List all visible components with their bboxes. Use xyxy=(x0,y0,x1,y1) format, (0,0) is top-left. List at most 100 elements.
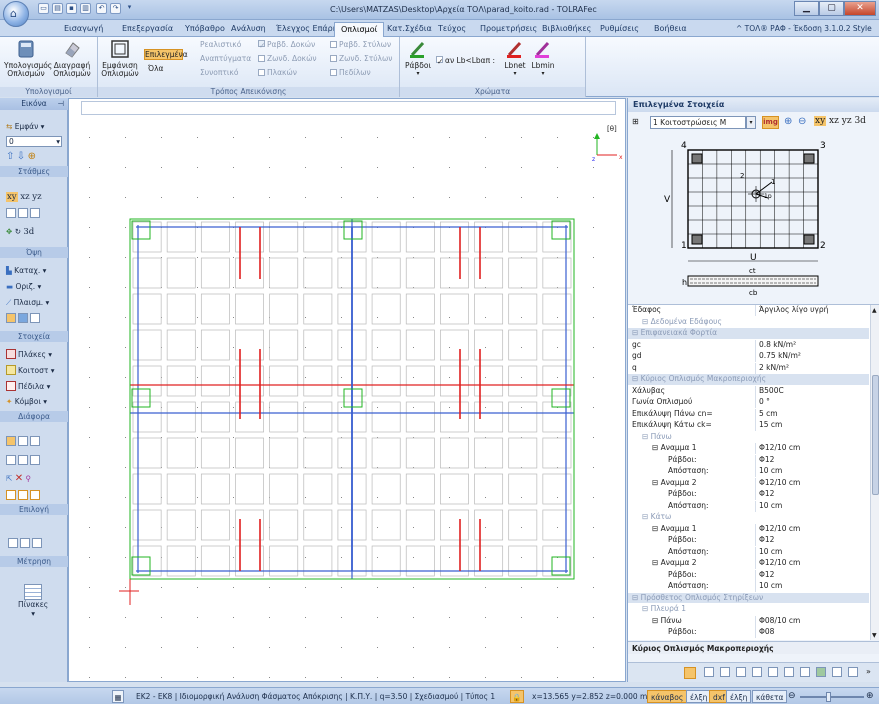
scroll-up-icon[interactable]: ▲ xyxy=(872,307,877,314)
property-value[interactable]: Φ12 xyxy=(759,570,774,581)
lock-icon[interactable]: 🔒 xyxy=(510,690,524,703)
layers-icon[interactable] xyxy=(704,667,714,677)
zoom-slider-thumb[interactable] xyxy=(826,692,831,702)
property-row[interactable]: Ράβδοι: Φ12 xyxy=(628,489,869,500)
property-value[interactable]: Φ08 xyxy=(759,627,774,638)
check-icon[interactable] xyxy=(752,667,762,677)
property-row[interactable]: ⊟ Κάτω xyxy=(628,512,869,523)
developed-option[interactable]: Αναπτύγματα xyxy=(198,54,251,63)
more-icon[interactable]: » xyxy=(866,667,871,676)
property-value[interactable]: 10 cm xyxy=(759,466,782,477)
calc-reinforcement-button[interactable]: Υπολογισμός Οπλισμών xyxy=(4,39,52,78)
level-select[interactable]: 0 ▾ xyxy=(6,136,62,147)
img-toggle[interactable]: img xyxy=(762,116,779,129)
zoom-window-icon[interactable] xyxy=(6,208,16,218)
app-menu-button[interactable]: ⌂ xyxy=(3,1,29,27)
dropdown-arrow-icon[interactable]: ▾ xyxy=(746,116,756,129)
command-line-input[interactable] xyxy=(81,101,616,115)
rods-beams-checkbox[interactable]: ✓ Ραβδ. Δοκών xyxy=(258,40,315,50)
group-select-icon[interactable] xyxy=(6,490,16,500)
level-down-icon[interactable]: ⇩ xyxy=(17,151,25,162)
tab-libraries[interactable]: Βιβλιοθήκες xyxy=(536,22,597,37)
status-grid-icon[interactable]: ▦ xyxy=(112,690,124,703)
table2-icon[interactable] xyxy=(848,667,858,677)
property-row[interactable]: Απόσταση: 10 cm xyxy=(628,581,869,592)
property-row[interactable]: gc 0.8 kN/m² xyxy=(628,339,869,351)
property-row[interactable]: ⊟ Αναμμα 2 Φ12/10 cm xyxy=(628,477,869,489)
tab-analysis[interactable]: Ανάλυση xyxy=(225,22,272,37)
property-value[interactable]: 10 cm xyxy=(759,581,782,592)
zoom-in-status-icon[interactable]: ⊕ xyxy=(866,690,874,703)
pin-icon[interactable]: ⊣ xyxy=(57,98,64,110)
property-value[interactable]: 5 cm xyxy=(759,409,778,420)
view-xz-button[interactable]: xz xyxy=(20,192,29,202)
property-row[interactable]: Ράβδοι: Φ12 xyxy=(628,569,869,581)
schematic-option[interactable]: Συνοπτικό xyxy=(198,68,238,77)
property-row[interactable]: ⊟ Πάνω Φ08/10 cm xyxy=(628,615,869,627)
plan-svg[interactable]: z x [θ] xyxy=(69,117,625,681)
report-icon[interactable] xyxy=(736,667,746,677)
select-dropdown-icon[interactable] xyxy=(30,436,40,446)
oriz-button[interactable]: ▬ Οριζ. ▾ xyxy=(6,282,41,291)
show-reinforcement-button[interactable]: Εμφάνιση Οπλισμών xyxy=(100,39,140,78)
property-value[interactable]: Φ12 xyxy=(759,535,774,546)
property-value[interactable]: 15 cm xyxy=(759,420,782,431)
property-value[interactable]: Φ08/10 cm xyxy=(759,616,800,627)
property-value[interactable]: Φ12 xyxy=(759,489,774,500)
property-value[interactable]: Φ12/10 cm xyxy=(759,478,800,489)
pointer-icon[interactable] xyxy=(6,436,16,446)
pin-panel-icon[interactable] xyxy=(684,667,696,679)
props-icon[interactable] xyxy=(720,667,730,677)
rods-columns-checkbox[interactable]: Ραβδ. Στύλων xyxy=(330,40,391,49)
tab-help[interactable]: Βοήθεια xyxy=(648,22,693,37)
nodes-button[interactable]: ✦ Κόμβοι ▾ xyxy=(6,397,47,406)
property-row[interactable]: Ράβδοι: Φ08 xyxy=(628,627,869,638)
redo-icon[interactable]: ↷ xyxy=(110,3,121,14)
property-row[interactable]: Επικάλυψη Κάτω ck= 15 cm xyxy=(628,420,869,431)
tab-background[interactable]: Υπόβαθρο xyxy=(179,22,231,37)
ortho-toggle[interactable]: κάθετα xyxy=(752,690,788,703)
measure-area-icon[interactable] xyxy=(32,538,42,548)
tab-drawings[interactable]: Κατ.Σχέδια xyxy=(381,22,438,37)
grid-view-icon[interactable] xyxy=(816,667,826,677)
level-up-icon[interactable]: ⇧ xyxy=(6,151,14,162)
property-row[interactable]: ⊟ Αναμμα 1 Φ12/10 cm xyxy=(628,523,869,535)
property-value[interactable]: 0.75 kN/m² xyxy=(759,351,801,362)
property-row[interactable]: ⊟ Πάνω xyxy=(628,432,869,443)
delete-reinforcement-button[interactable]: Διαγραφή Οπλισμών xyxy=(50,39,94,78)
property-row[interactable]: ⊟ Αναμμα 1 Φ12/10 cm xyxy=(628,443,869,454)
dxf-snap-toggle[interactable]: έλξη xyxy=(726,690,752,703)
right-view-yz[interactable]: yz xyxy=(842,116,852,126)
tables-button[interactable]: Πίνακες ▾ xyxy=(18,584,48,618)
zoom-out-icon[interactable] xyxy=(30,208,40,218)
slabs-checkbox[interactable]: Πλακών xyxy=(258,68,297,77)
footings-checkbox[interactable]: Πεδίλων xyxy=(330,68,371,77)
zones-columns-checkbox[interactable]: Ζωνδ. Στύλων xyxy=(330,54,392,63)
layer-select-icon[interactable] xyxy=(18,490,28,500)
property-value[interactable]: B500C xyxy=(759,386,784,397)
property-scrollbar[interactable]: ▲ ▼ xyxy=(870,305,879,640)
plasm-button[interactable]: ⟋ Πλαισμ. ▾ xyxy=(6,298,49,308)
scroll-thumb[interactable] xyxy=(872,375,879,495)
property-value[interactable]: Φ12 xyxy=(759,455,774,466)
zones-beams-checkbox[interactable]: Ζωνδ. Δοκών xyxy=(258,54,317,63)
mat-button[interactable]: Κοιτοστ ▾ xyxy=(6,365,55,375)
zoom-in-icon[interactable]: ⊕ xyxy=(784,116,792,127)
property-row[interactable]: Χάλυβας B500C xyxy=(628,385,869,397)
all-toggle[interactable]: Όλα xyxy=(148,64,163,73)
table-icon[interactable] xyxy=(18,313,28,323)
rods-color-button[interactable]: Ράβδοι ▾ xyxy=(404,39,432,78)
tab-settings[interactable]: Ρυθμίσεις xyxy=(594,22,645,37)
lbmin-color-button[interactable]: Lbmin ▾ xyxy=(530,39,556,78)
slabs-button[interactable]: Πλάκες ▾ xyxy=(6,349,52,359)
select-box-icon[interactable] xyxy=(18,436,28,446)
property-value[interactable]: 10 cm xyxy=(759,501,782,512)
view-3d-button[interactable]: 3d xyxy=(23,227,34,237)
property-row[interactable]: Έδαφος Άργιλος λίγο υγρή xyxy=(628,305,869,316)
snap-toggle[interactable]: έλξη xyxy=(686,690,712,703)
minimize-button[interactable]: ▁ xyxy=(794,1,819,16)
property-value[interactable]: 0 ° xyxy=(759,397,770,408)
lbnet-color-button[interactable]: Lbnet ▾ xyxy=(502,39,528,78)
property-row[interactable]: ⊟ Πρόσθετος Οπλισμός Στηρίξεων xyxy=(628,592,869,603)
property-value[interactable]: Φ12/10 cm xyxy=(759,443,800,454)
